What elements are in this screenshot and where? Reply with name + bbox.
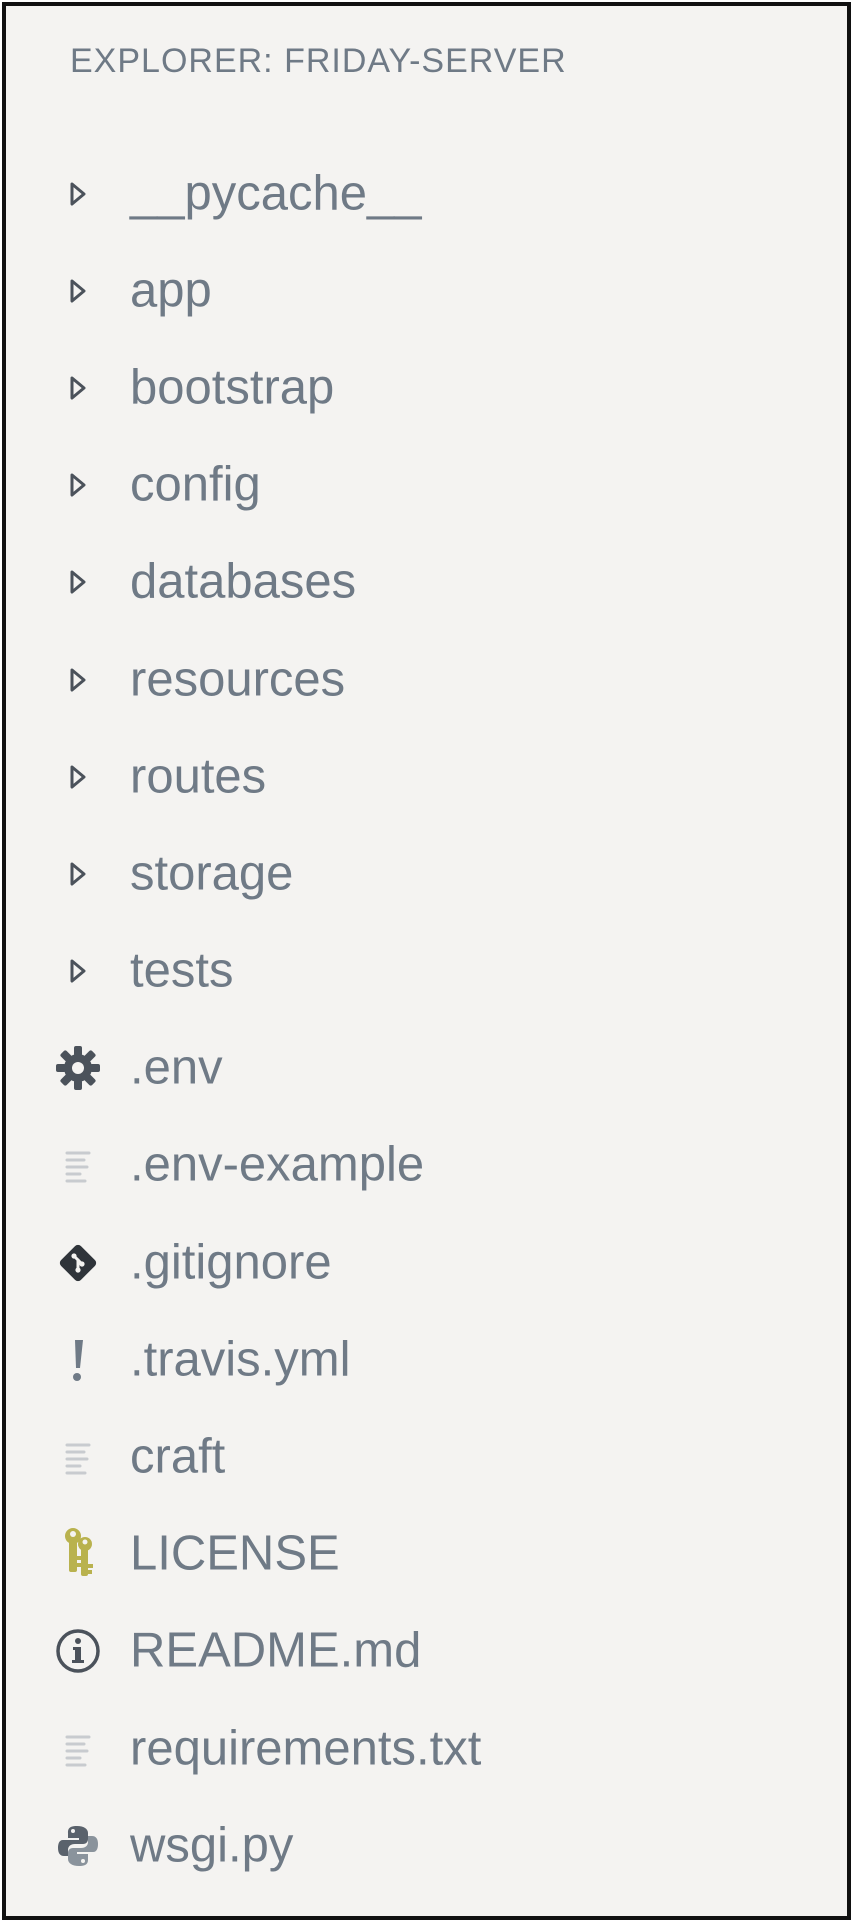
folder-label: __pycache__ [130, 166, 422, 221]
file-label: wsgi.py [130, 1818, 294, 1873]
gear-icon [48, 1038, 108, 1098]
chevron-right-icon[interactable] [48, 455, 108, 515]
folder-item-pycache[interactable]: __pycache__ [6, 145, 847, 242]
file-label: requirements.txt [130, 1721, 482, 1776]
folder-item-storage[interactable]: storage [6, 825, 847, 922]
python-icon [48, 1816, 108, 1876]
file-label: .gitignore [130, 1235, 332, 1290]
file-item-craft[interactable]: craft [6, 1408, 847, 1505]
file-label: .env [130, 1040, 223, 1095]
folder-label: resources [130, 652, 346, 707]
folder-item-tests[interactable]: tests [6, 923, 847, 1020]
chevron-right-icon[interactable] [48, 747, 108, 807]
chevron-right-icon[interactable] [48, 164, 108, 224]
file-label: .travis.yml [130, 1332, 351, 1387]
file-tree: __pycache__ app bootstrap config databas [6, 145, 847, 1894]
info-icon [48, 1621, 108, 1681]
git-icon [48, 1233, 108, 1293]
folder-label: tests [130, 943, 234, 998]
file-label: LICENSE [130, 1526, 340, 1581]
file-label: README.md [130, 1623, 422, 1678]
folder-item-routes[interactable]: routes [6, 728, 847, 825]
exclamation-icon [48, 1330, 108, 1390]
chevron-right-icon[interactable] [48, 844, 108, 904]
file-item-travis-yml[interactable]: .travis.yml [6, 1311, 847, 1408]
folder-item-bootstrap[interactable]: bootstrap [6, 339, 847, 436]
file-label: .env-example [130, 1137, 425, 1192]
file-item-gitignore[interactable]: .gitignore [6, 1214, 847, 1311]
chevron-right-icon[interactable] [48, 261, 108, 321]
file-item-requirements[interactable]: requirements.txt [6, 1700, 847, 1797]
chevron-right-icon[interactable] [48, 552, 108, 612]
text-file-icon [48, 1719, 108, 1779]
folder-label: storage [130, 846, 294, 901]
file-item-env[interactable]: .env [6, 1020, 847, 1117]
folder-label: config [130, 457, 261, 512]
file-item-readme[interactable]: README.md [6, 1603, 847, 1700]
folder-label: app [130, 263, 212, 318]
folder-item-config[interactable]: config [6, 437, 847, 534]
text-file-icon [48, 1135, 108, 1195]
file-label: craft [130, 1429, 226, 1484]
folder-item-resources[interactable]: resources [6, 631, 847, 728]
folder-label: routes [130, 749, 267, 804]
explorer-title: EXPLORER: FRIDAY-SERVER [70, 42, 567, 80]
file-item-env-example[interactable]: .env-example [6, 1117, 847, 1214]
file-item-wsgi[interactable]: wsgi.py [6, 1797, 847, 1894]
chevron-right-icon[interactable] [48, 358, 108, 418]
keys-icon [48, 1524, 108, 1584]
folder-label: bootstrap [130, 360, 335, 415]
chevron-right-icon[interactable] [48, 650, 108, 710]
folder-item-app[interactable]: app [6, 242, 847, 339]
file-item-license[interactable]: LICENSE [6, 1506, 847, 1603]
folder-label: databases [130, 554, 357, 609]
text-file-icon [48, 1427, 108, 1487]
chevron-right-icon[interactable] [48, 941, 108, 1001]
folder-item-databases[interactable]: databases [6, 534, 847, 631]
explorer-panel: EXPLORER: FRIDAY-SERVER __pycache__ app … [2, 2, 851, 1920]
